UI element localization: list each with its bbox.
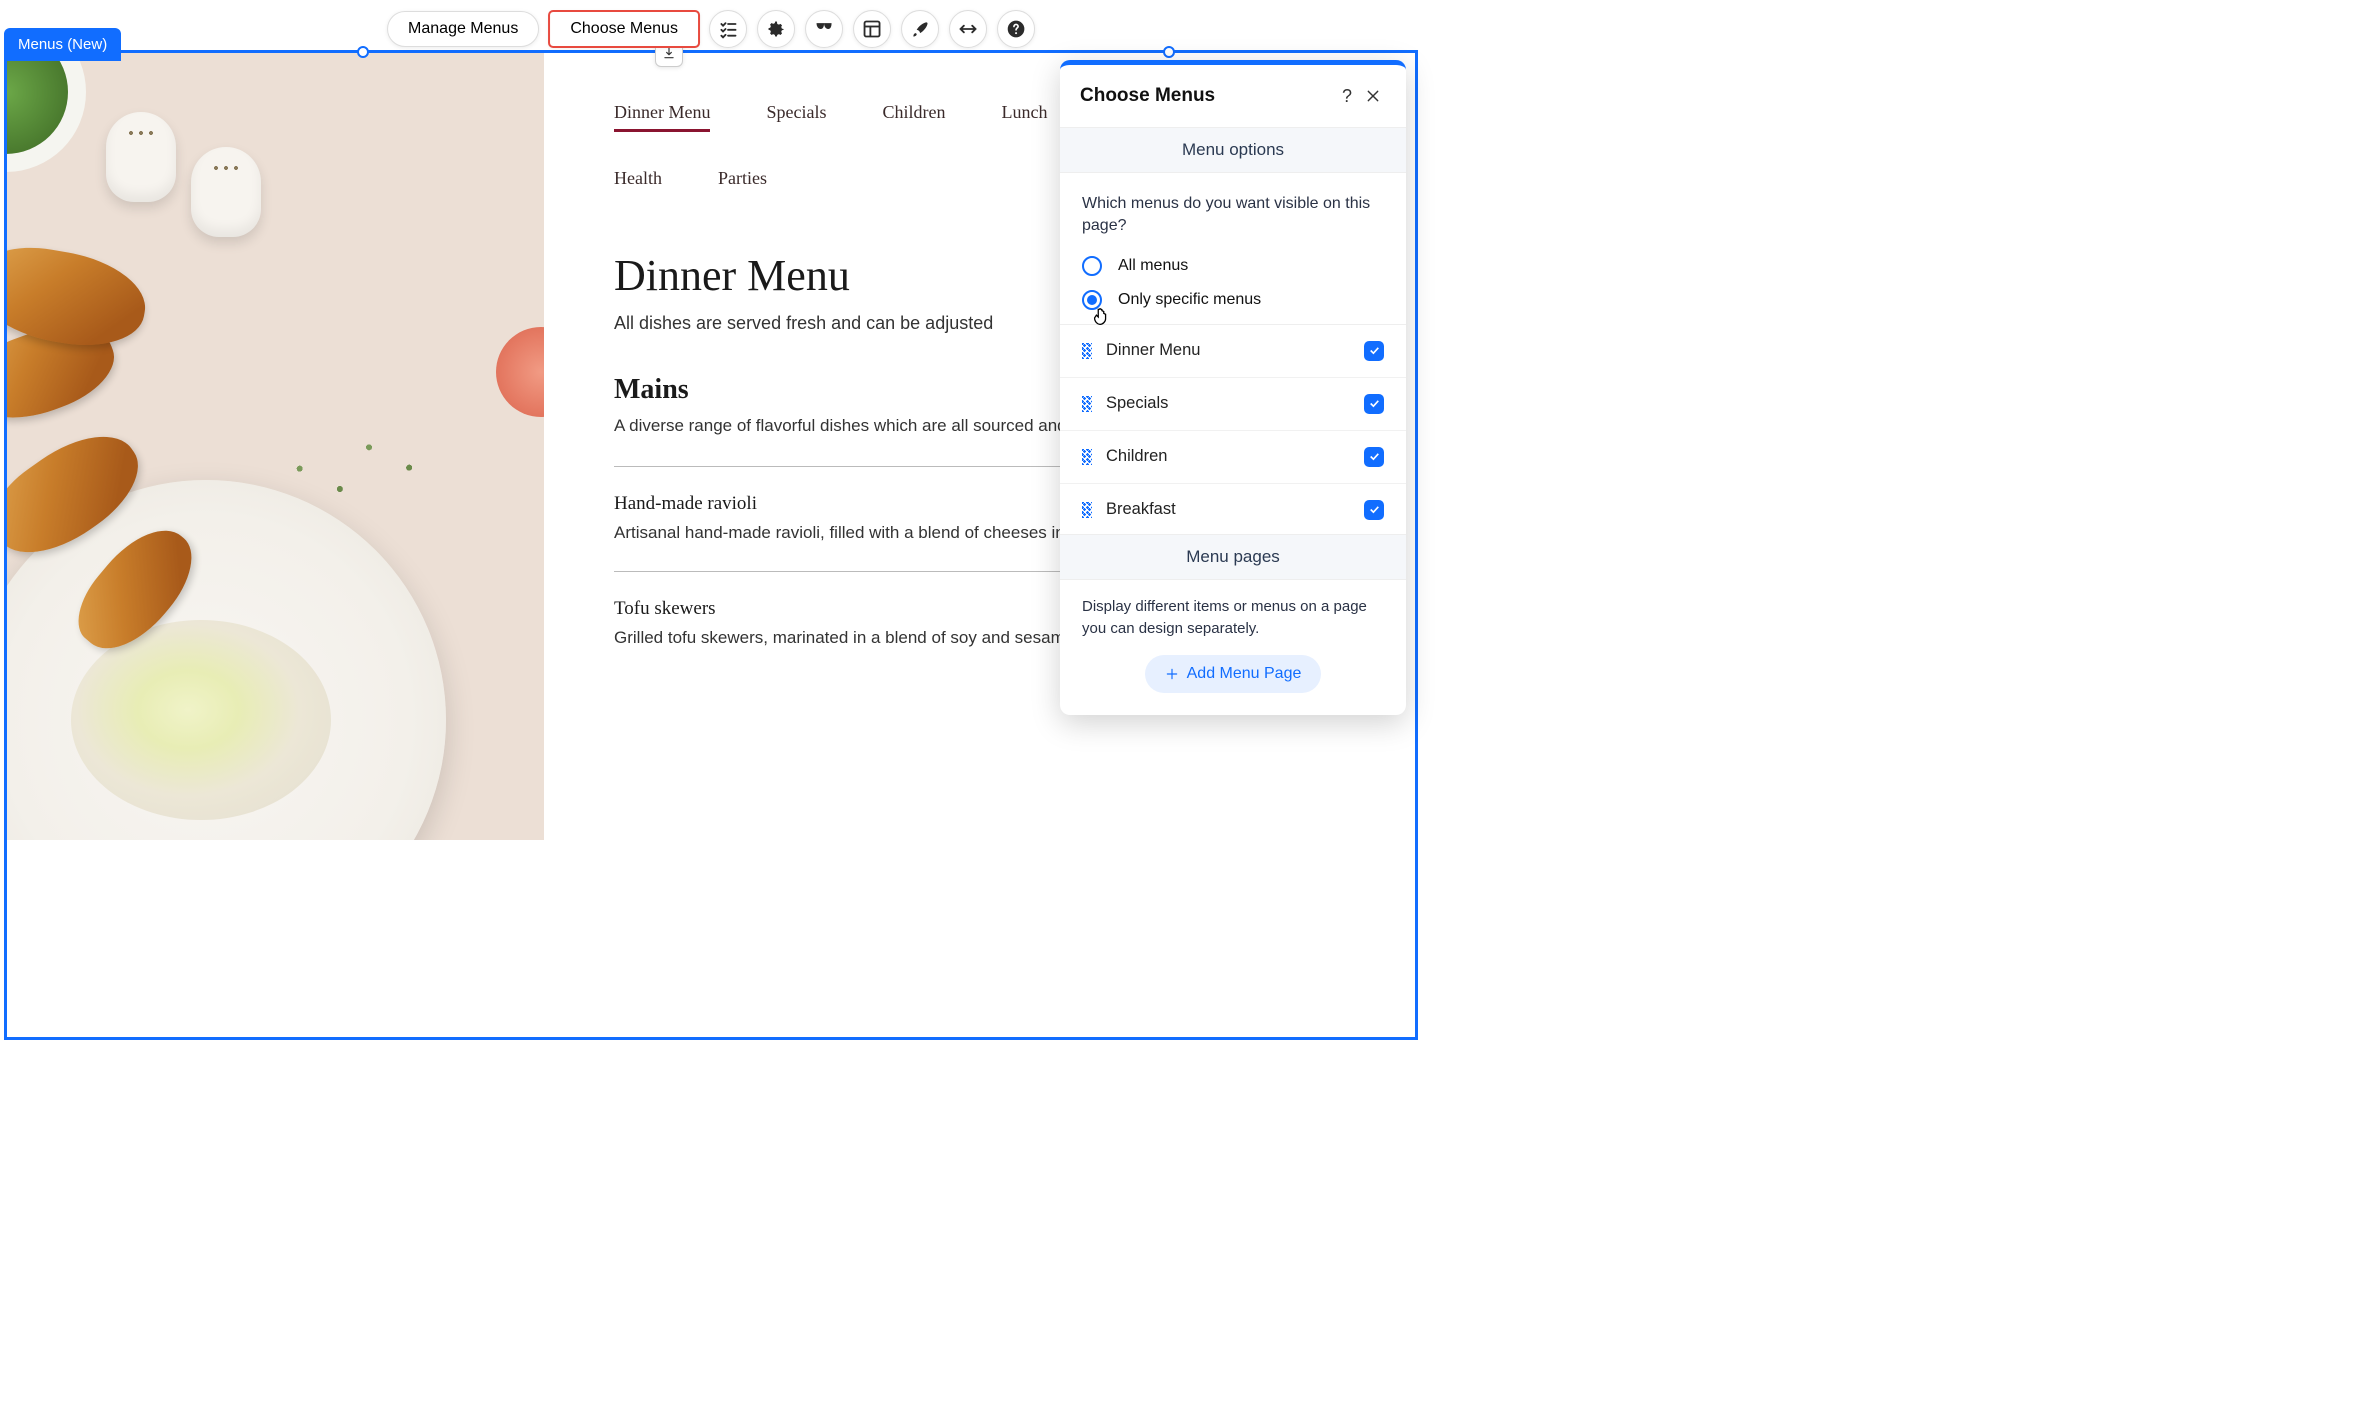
- cursor-pointer-icon: [1090, 306, 1112, 328]
- menu-list-label: Specials: [1106, 394, 1350, 413]
- menu-hero-image: [6, 52, 544, 840]
- menu-tab[interactable]: Health: [614, 168, 662, 195]
- add-menu-page-button[interactable]: Add Menu Page: [1145, 655, 1322, 693]
- editor-toolbar: Manage Menus Choose Menus: [387, 10, 1035, 48]
- radio-label: All menus: [1118, 257, 1188, 275]
- panel-header: Choose Menus ?: [1060, 65, 1406, 128]
- add-menu-page-label: Add Menu Page: [1187, 665, 1302, 683]
- plus-icon: [1165, 667, 1179, 681]
- brush-icon[interactable]: [901, 10, 939, 48]
- layout-icon[interactable]: [853, 10, 891, 48]
- selection-label: Menus (New): [4, 28, 121, 61]
- checkbox-checked[interactable]: [1364, 447, 1384, 467]
- menu-list-item[interactable]: Children: [1060, 431, 1406, 484]
- menu-tab[interactable]: Children: [882, 102, 945, 132]
- checkbox-checked[interactable]: [1364, 500, 1384, 520]
- specific-menus-list: Dinner Menu Specials Children Breakfast: [1060, 324, 1406, 534]
- panel-section-menu-options: Menu options: [1060, 128, 1406, 173]
- panel-title: Choose Menus: [1080, 85, 1334, 107]
- close-icon[interactable]: [1360, 83, 1386, 109]
- menu-tab[interactable]: Dinner Menu: [614, 102, 710, 132]
- radio-icon: [1082, 256, 1102, 276]
- panel-section-menu-pages: Menu pages: [1060, 535, 1406, 580]
- menu-list-item[interactable]: Specials: [1060, 378, 1406, 431]
- checkbox-checked[interactable]: [1364, 394, 1384, 414]
- menu-list-item[interactable]: Breakfast: [1060, 484, 1406, 534]
- manage-menus-button[interactable]: Manage Menus: [387, 11, 539, 47]
- drag-handle-icon[interactable]: [1082, 502, 1092, 518]
- radio-label: Only specific menus: [1118, 291, 1261, 309]
- checkbox-checked[interactable]: [1364, 341, 1384, 361]
- choose-menus-button[interactable]: Choose Menus: [549, 11, 699, 47]
- drag-handle-icon[interactable]: [1082, 343, 1092, 359]
- radio-all-menus[interactable]: All menus: [1082, 256, 1384, 276]
- menu-list-item[interactable]: Dinner Menu: [1060, 325, 1406, 378]
- panel-help-icon[interactable]: ?: [1334, 83, 1360, 109]
- menu-list-label: Dinner Menu: [1106, 341, 1350, 360]
- checklist-icon[interactable]: [709, 10, 747, 48]
- stretch-icon[interactable]: [949, 10, 987, 48]
- help-icon[interactable]: [997, 10, 1035, 48]
- panel-question: Which menus do you want visible on this …: [1082, 193, 1384, 238]
- choose-menus-panel: Choose Menus ? Menu options Which menus …: [1060, 60, 1406, 715]
- menu-list-label: Children: [1106, 447, 1350, 466]
- gear-icon[interactable]: [757, 10, 795, 48]
- drag-handle-icon[interactable]: [1082, 396, 1092, 412]
- radio-only-specific-menus[interactable]: Only specific menus: [1082, 290, 1384, 310]
- menu-tab[interactable]: Parties: [718, 168, 767, 195]
- layers-icon[interactable]: [805, 10, 843, 48]
- menu-tab[interactable]: Lunch: [1001, 102, 1047, 132]
- menu-tab[interactable]: Specials: [766, 102, 826, 132]
- menu-pages-description: Display different items or menus on a pa…: [1082, 596, 1384, 640]
- drag-handle-icon[interactable]: [1082, 449, 1092, 465]
- menu-list-label: Breakfast: [1106, 500, 1350, 519]
